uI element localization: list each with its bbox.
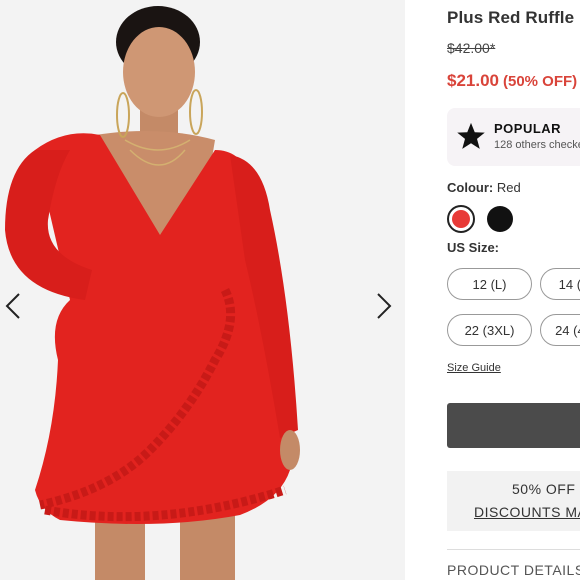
discount-line-1: 50% OFF: [512, 481, 576, 497]
original-price: $42.00*: [447, 40, 496, 56]
size-option-14[interactable]: 14 (XL): [540, 268, 580, 300]
chevron-left-icon: [5, 293, 20, 319]
swatch-fill: [452, 210, 470, 228]
product-title: Plus Red Ruffle Dress: [447, 8, 580, 27]
discount-link[interactable]: DISCOUNTS MAY APPLY: [474, 504, 580, 520]
size-option-24[interactable]: 24 (4XL): [540, 314, 580, 346]
colour-label: Colour: Red: [447, 180, 521, 195]
product-info-panel: Plus Red Ruffle Dress $42.00* $21.00(50%…: [447, 0, 580, 580]
popular-badge: POPULAR 128 others checked this out: [447, 108, 580, 166]
previous-image-button[interactable]: [4, 292, 34, 328]
discount-banner: 50% OFF DISCOUNTS MAY APPLY: [447, 471, 580, 531]
colour-swatch-black[interactable]: [487, 206, 513, 232]
star-icon: [457, 122, 485, 149]
sale-price: $21.00 (50% OFF): [447, 71, 577, 91]
size-guide-link[interactable]: Size Guide: [447, 362, 501, 374]
product-image-gallery: [0, 0, 405, 580]
colour-swatch-red[interactable]: [447, 205, 475, 233]
sale-price-value: $21.00: [447, 71, 499, 90]
popular-title: POPULAR: [494, 121, 562, 136]
colour-label-text: Colour:: [447, 180, 494, 195]
size-label: US Size:: [447, 240, 500, 255]
popular-subtitle: 128 others checked this out: [494, 139, 580, 151]
next-image-button[interactable]: [375, 292, 405, 328]
add-to-bag-button[interactable]: [447, 403, 580, 448]
chevron-right-icon: [377, 293, 392, 319]
colour-value: Red: [496, 180, 521, 195]
product-photo: [0, 0, 405, 580]
product-details-heading[interactable]: PRODUCT DETAILS: [447, 562, 580, 578]
discount-percent: (50% OFF): [503, 73, 578, 90]
size-option-22[interactable]: 22 (3XL): [447, 314, 532, 346]
size-option-12[interactable]: 12 (L): [447, 268, 532, 300]
divider: [447, 549, 580, 550]
